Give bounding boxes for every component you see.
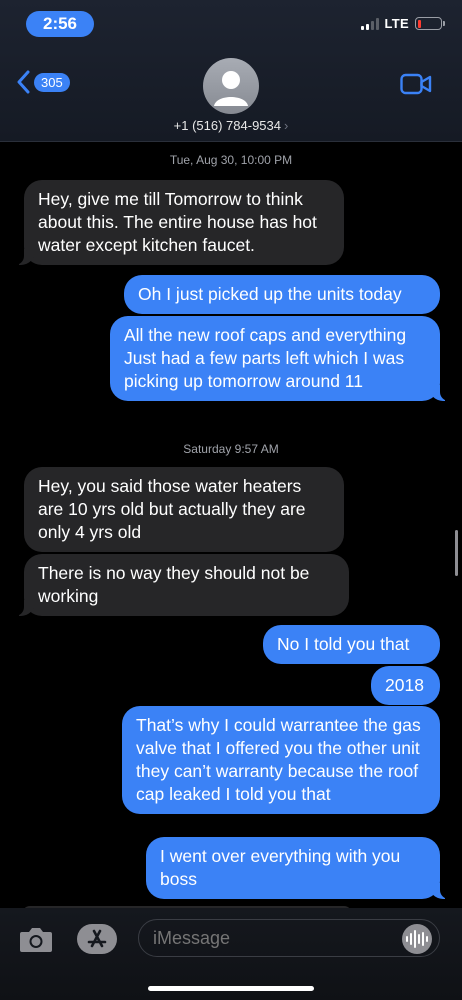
avatar-icon[interactable] <box>203 58 259 114</box>
incoming-message[interactable]: Hey, give me till Tomorrow to think abou… <box>13 180 344 265</box>
back-button[interactable]: 305 <box>16 70 70 94</box>
signal-icon <box>360 17 379 30</box>
battery-icon <box>415 17 445 30</box>
contact-number: +1 (516) 784-9534 <box>173 118 281 133</box>
camera-button[interactable] <box>18 924 54 959</box>
incoming-message[interactable]: There is no way they should not be worki… <box>13 554 349 616</box>
unread-count-badge: 305 <box>34 72 70 92</box>
home-indicator[interactable] <box>148 986 314 991</box>
back-chevron-icon <box>17 70 30 94</box>
outgoing-message[interactable]: I went over everything with you boss <box>146 837 451 899</box>
message-input[interactable] <box>138 919 440 957</box>
outgoing-message[interactable]: 2018 <box>371 666 440 705</box>
audio-waveform-icon[interactable] <box>402 924 432 954</box>
timestamp-divider: Saturday 9:57 AM <box>0 442 462 456</box>
outgoing-message[interactable]: All the new roof caps and everything Jus… <box>110 316 451 401</box>
camera-icon <box>20 928 52 952</box>
outgoing-message[interactable]: Oh I just picked up the units today <box>124 275 440 314</box>
timestamp-day: Saturday <box>183 442 232 456</box>
status-time: 2:56 <box>26 11 94 37</box>
timestamp-day: Tue, Aug 30, <box>169 153 238 167</box>
network-label: LTE <box>384 16 409 31</box>
contact-name[interactable]: +1 (516) 784-9534 › <box>0 118 462 133</box>
chevron-right-icon: › <box>284 118 289 133</box>
incoming-message[interactable]: Hey, you said those water heaters are 10… <box>24 467 344 552</box>
timestamp-time: 10:00 PM <box>240 153 293 167</box>
outgoing-message[interactable]: No I told you that <box>263 625 440 664</box>
outgoing-message[interactable]: That’s why I could warrantee the gas val… <box>122 706 440 814</box>
app-store-button[interactable] <box>77 924 117 954</box>
status-indicators: LTE <box>360 16 445 31</box>
scroll-indicator[interactable] <box>455 530 458 576</box>
app-store-icon <box>87 929 107 948</box>
timestamp-divider: Tue, Aug 30, 10:00 PM <box>0 153 462 167</box>
video-call-button[interactable] <box>400 73 432 100</box>
timestamp-time: 9:57 AM <box>234 442 279 456</box>
conversation-header: 2:56 LTE 305 +1 (516) 784-9534 › <box>0 0 462 142</box>
video-camera-icon <box>400 73 432 95</box>
